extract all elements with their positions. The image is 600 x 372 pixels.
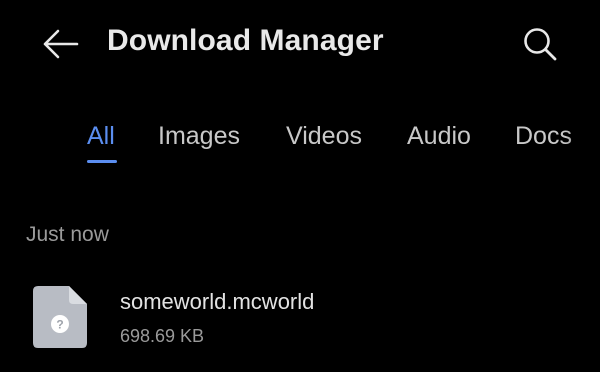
unknown-file-icon: ? (33, 286, 87, 348)
tab-docs[interactable]: Docs (515, 122, 572, 151)
page-title: Download Manager (107, 24, 384, 57)
app-header: Download Manager (0, 0, 600, 90)
tab-images[interactable]: Images (158, 122, 240, 151)
section-header-just-now: Just now (26, 223, 109, 246)
tab-videos[interactable]: Videos (286, 122, 362, 151)
file-size: 698.69 KB (120, 326, 205, 346)
search-icon (524, 28, 557, 61)
back-button[interactable] (38, 22, 82, 66)
svg-text:?: ? (56, 318, 63, 332)
active-tab-indicator (87, 160, 117, 163)
tab-all[interactable]: All (87, 122, 115, 151)
category-tabs: All Images Videos Audio Docs (0, 112, 600, 168)
file-name: someworld.mcworld (120, 289, 315, 314)
arrow-left-icon (43, 29, 79, 59)
file-list-item[interactable]: ? someworld.mcworld 698.69 KB (0, 272, 600, 358)
tab-audio[interactable]: Audio (407, 122, 471, 151)
search-button[interactable] (518, 22, 562, 66)
